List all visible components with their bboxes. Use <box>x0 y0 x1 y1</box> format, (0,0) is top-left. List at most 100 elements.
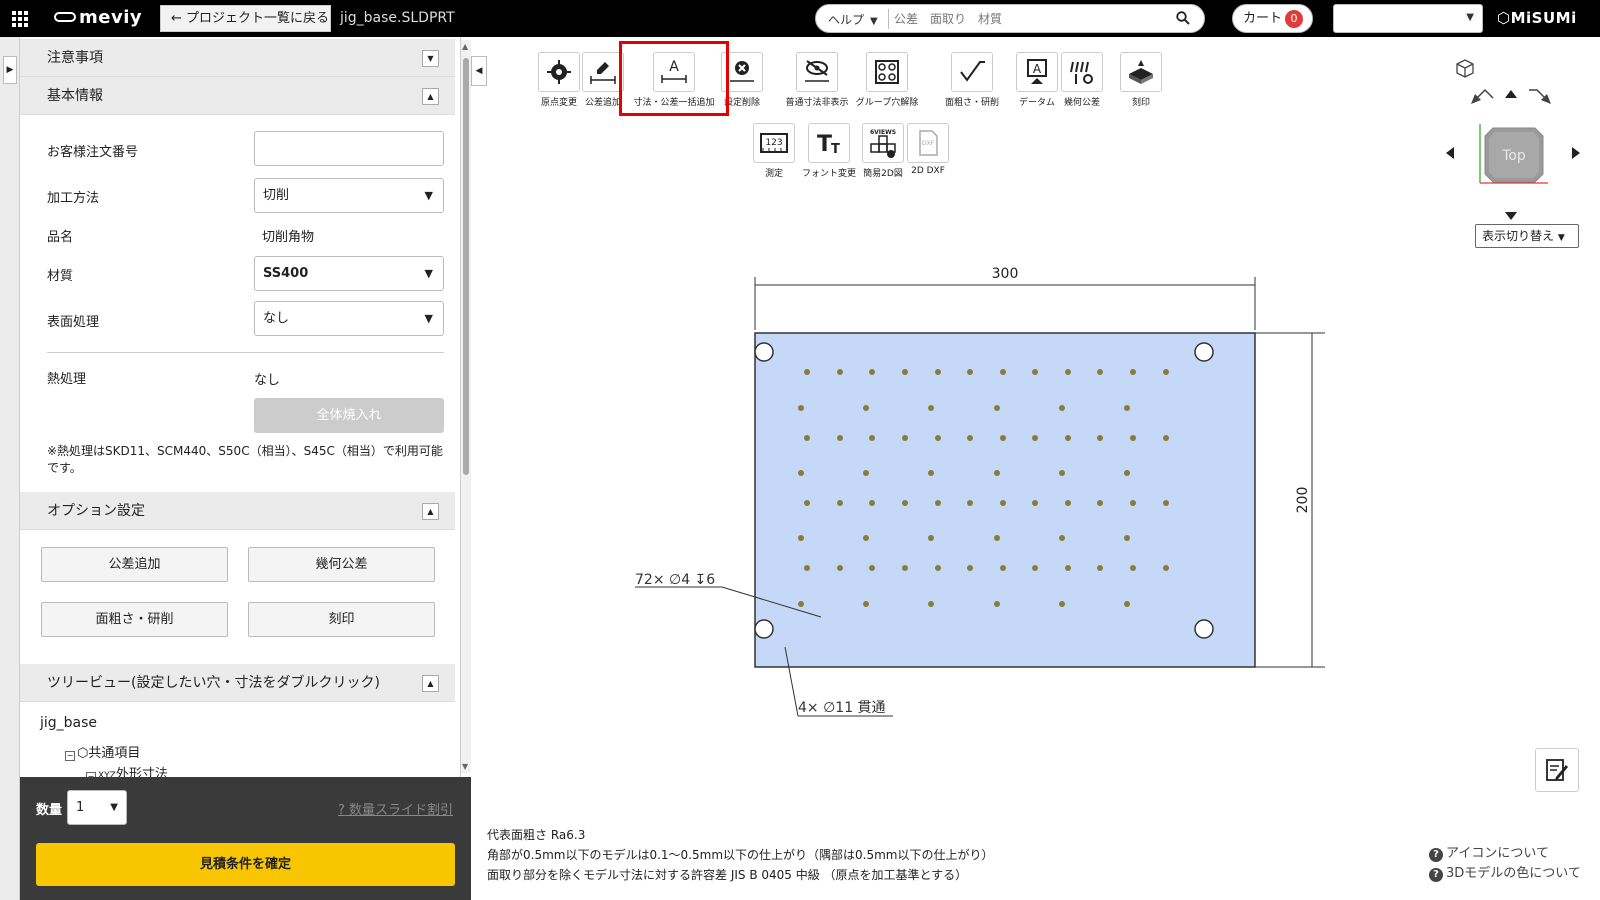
tool-ungroup-holes[interactable]: グループ穴解除 <box>852 52 922 108</box>
plate-outline[interactable] <box>754 332 1256 668</box>
surface-select[interactable]: なし ▼ <box>254 301 444 336</box>
view-cube[interactable]: Top <box>1479 124 1548 184</box>
small-hole[interactable] <box>1163 369 1169 375</box>
small-hole[interactable] <box>1000 565 1006 571</box>
small-hole-note[interactable]: 72× ∅4 ↧6 <box>635 572 715 588</box>
roughness-button[interactable]: 面粗さ・研削 <box>41 602 228 637</box>
tool-geometric-tolerance[interactable]: 幾何公差 <box>1060 52 1104 108</box>
quantity-discount-link[interactable]: ? 数量スライド割引 <box>338 799 453 818</box>
arrow-right-icon[interactable] <box>1572 147 1580 159</box>
view-switch-button[interactable]: 表示切り替え ▼ <box>1475 224 1579 248</box>
collapse-toggle-icon[interactable]: ▲ <box>422 675 439 692</box>
small-hole[interactable] <box>1097 565 1103 571</box>
color-help-link[interactable]: ? 3Dモデルの色について <box>1429 864 1581 884</box>
rotate-left-icon[interactable] <box>1471 88 1494 104</box>
small-hole[interactable] <box>1000 500 1006 506</box>
tool-surface-roughness[interactable]: 面粗さ・研削 <box>940 52 1004 108</box>
small-hole[interactable] <box>1130 435 1136 441</box>
small-hole[interactable] <box>967 435 973 441</box>
small-hole[interactable] <box>1065 565 1071 571</box>
home-cube-icon[interactable] <box>1456 59 1474 78</box>
small-hole[interactable] <box>902 500 908 506</box>
small-hole[interactable] <box>1097 369 1103 375</box>
section-basic[interactable]: 基本情報 ▲ <box>20 77 455 115</box>
small-hole[interactable] <box>967 565 973 571</box>
small-hole[interactable] <box>1032 565 1038 571</box>
tool-measure[interactable]: 123 測定 <box>752 123 796 179</box>
small-hole[interactable] <box>1124 601 1130 607</box>
arrow-left-icon[interactable] <box>1446 147 1454 159</box>
small-hole[interactable] <box>804 369 810 375</box>
small-hole[interactable] <box>798 470 804 476</box>
tree-item-common[interactable]: − ⬡共通項目 <box>65 742 140 761</box>
search-input[interactable] <box>894 8 1174 30</box>
small-hole[interactable] <box>902 369 908 375</box>
expand-panel-button[interactable]: ▶ <box>3 56 17 84</box>
small-hole[interactable] <box>902 565 908 571</box>
large-hole[interactable] <box>754 619 774 639</box>
search-category-select[interactable]: ヘルプ ▼ <box>828 11 878 28</box>
geometric-tolerance-button[interactable]: 幾何公差 <box>248 547 435 582</box>
scroll-thumb[interactable] <box>463 58 469 475</box>
scroll-up-icon[interactable]: ▲ <box>462 42 468 51</box>
tool-simple-2d[interactable]: 6VIEWS 簡易2D図 <box>861 123 905 179</box>
tool-2d-dxf[interactable]: DXF 2D DXF <box>906 123 950 176</box>
small-hole[interactable] <box>798 535 804 541</box>
large-hole[interactable] <box>1194 619 1214 639</box>
large-hole[interactable] <box>1194 342 1214 362</box>
small-hole[interactable] <box>869 435 875 441</box>
height-dimension-text[interactable]: 200 <box>1295 487 1311 514</box>
tree-item-outline[interactable]: − XYZ外形寸法 <box>86 763 168 777</box>
back-to-projects-button[interactable]: ← プロジェクト一覧に戻る <box>160 5 331 32</box>
cart-button[interactable]: カート 0 <box>1232 4 1313 33</box>
small-hole[interactable] <box>1059 601 1065 607</box>
small-hole[interactable] <box>837 435 843 441</box>
small-hole[interactable] <box>928 405 934 411</box>
confirm-quote-button[interactable]: 見積条件を確定 <box>36 843 455 886</box>
collapse-panel-button[interactable]: ◀ <box>471 56 487 86</box>
small-hole[interactable] <box>869 500 875 506</box>
small-hole[interactable] <box>1097 435 1103 441</box>
small-hole[interactable] <box>1124 405 1130 411</box>
material-select[interactable]: SS400 ▼ <box>254 256 444 291</box>
icon-help-link[interactable]: ? アイコンについて <box>1429 844 1581 864</box>
app-grid-icon[interactable] <box>12 11 28 27</box>
section-tree[interactable]: ツリービュー(設定したい穴・寸法をダブルクリック) ▲ <box>20 664 455 702</box>
small-hole[interactable] <box>967 369 973 375</box>
small-hole[interactable] <box>994 470 1000 476</box>
small-hole[interactable] <box>863 470 869 476</box>
tool-origin-change[interactable]: 原点変更 <box>537 52 581 108</box>
small-hole[interactable] <box>1000 435 1006 441</box>
left-panel-scrollbar[interactable]: ▲ ▼ <box>461 40 471 773</box>
account-select[interactable]: ▼ <box>1333 4 1483 33</box>
quantity-select[interactable]: 1 ▼ <box>67 790 127 825</box>
tree-collapse-icon[interactable]: − <box>65 751 75 761</box>
small-hole[interactable] <box>967 500 973 506</box>
small-hole[interactable] <box>935 435 941 441</box>
small-hole[interactable] <box>928 601 934 607</box>
scroll-down-icon[interactable]: ▼ <box>462 762 468 771</box>
small-hole[interactable] <box>1163 500 1169 506</box>
small-hole[interactable] <box>935 369 941 375</box>
section-notice[interactable]: 注意事項 ▼ <box>20 39 455 77</box>
tool-font-change[interactable]: TT フォント変更 <box>797 123 861 179</box>
small-hole[interactable] <box>804 565 810 571</box>
small-hole[interactable] <box>1065 500 1071 506</box>
small-hole[interactable] <box>804 435 810 441</box>
small-hole[interactable] <box>1032 435 1038 441</box>
small-hole[interactable] <box>1124 470 1130 476</box>
small-hole[interactable] <box>1059 535 1065 541</box>
quench-button[interactable]: 全体焼入れ <box>254 398 444 433</box>
small-hole[interactable] <box>1097 500 1103 506</box>
small-hole[interactable] <box>935 500 941 506</box>
tool-datum[interactable]: A データム <box>1015 52 1059 108</box>
arrow-up-icon[interactable] <box>1505 90 1517 98</box>
small-hole[interactable] <box>1163 565 1169 571</box>
small-hole[interactable] <box>1032 369 1038 375</box>
rotate-right-icon[interactable] <box>1529 89 1551 104</box>
arrow-down-icon[interactable] <box>1505 212 1517 220</box>
small-hole[interactable] <box>863 405 869 411</box>
small-hole[interactable] <box>837 369 843 375</box>
search-icon[interactable] <box>1176 11 1190 25</box>
small-hole[interactable] <box>928 535 934 541</box>
